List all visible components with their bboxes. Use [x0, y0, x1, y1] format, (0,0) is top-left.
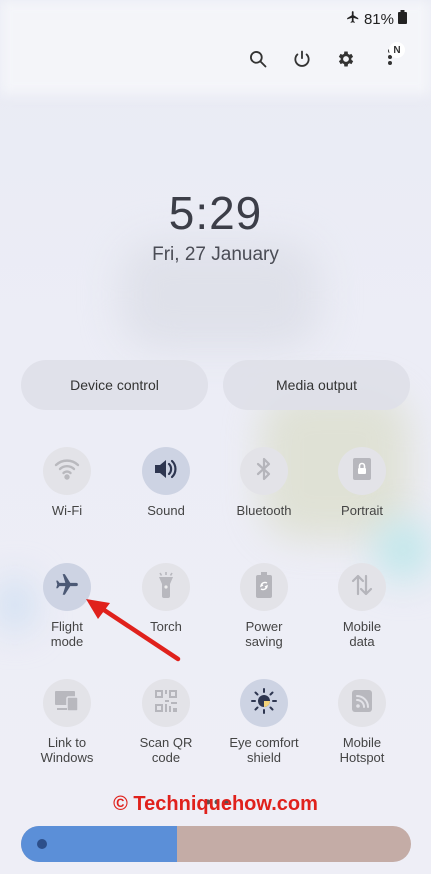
- tile-label: Wi-Fi: [51, 503, 83, 518]
- tile-wifi[interactable]: Wi-Fi: [19, 447, 115, 518]
- clock-widget: 5:29 Fri, 27 January: [0, 186, 431, 266]
- media-output-button[interactable]: Media output: [223, 360, 410, 410]
- device-control-label: Device control: [70, 377, 159, 393]
- battery-icon: [398, 10, 407, 28]
- tile-label: Scan QR code: [139, 735, 193, 765]
- tile-label: Eye comfort shield: [229, 735, 299, 765]
- gear-icon[interactable]: [335, 48, 357, 70]
- status-bar: 81%: [346, 10, 407, 28]
- annotation-arrow: [86, 599, 181, 662]
- link-windows-icon: [54, 690, 80, 717]
- clock-time: 5:29: [168, 187, 263, 239]
- tile-label: Sound: [147, 503, 185, 518]
- more-options-button[interactable]: N: [379, 42, 405, 70]
- tile-label: Power saving: [245, 619, 283, 649]
- speaker-icon: [153, 458, 179, 485]
- battery-percentage: 81%: [363, 10, 394, 28]
- notification-badge: N: [389, 42, 405, 58]
- tile-power-saving[interactable]: Power saving: [216, 563, 312, 649]
- bluetooth-icon: [255, 457, 273, 486]
- clock-date: Fri, 27 January: [152, 244, 279, 265]
- sun-icon: [250, 687, 278, 720]
- hotspot-icon: [351, 689, 373, 718]
- tile-mobile-data[interactable]: Mobile data: [314, 563, 410, 649]
- tile-sound[interactable]: Sound: [118, 447, 214, 518]
- brightness-handle[interactable]: [37, 839, 47, 849]
- device-control-button[interactable]: Device control: [21, 360, 208, 410]
- tile-label: Mobile data: [342, 619, 382, 649]
- tile-label: Link to Windows: [40, 735, 94, 765]
- tile-scan-qr[interactable]: Scan QR code: [118, 679, 214, 765]
- tile-label: Mobile Hotspot: [339, 735, 385, 765]
- tile-eye-comfort-shield[interactable]: Eye comfort shield: [216, 679, 312, 765]
- airplane-icon: [346, 10, 360, 28]
- power-icon[interactable]: [291, 48, 313, 70]
- data-arrows-icon: [350, 573, 374, 602]
- battery-saver-icon: [256, 571, 272, 603]
- brightness-slider[interactable]: [21, 826, 411, 862]
- media-output-label: Media output: [276, 377, 357, 393]
- tile-label: Portrait: [341, 503, 383, 518]
- quick-panel-toolbar: N: [247, 42, 405, 70]
- airplane-icon: [54, 572, 80, 603]
- tile-mobile-hotspot[interactable]: Mobile Hotspot: [314, 679, 410, 765]
- search-icon[interactable]: [247, 48, 269, 70]
- wifi-icon: [54, 458, 80, 485]
- tile-label: Bluetooth: [236, 503, 292, 518]
- tile-link-to-windows[interactable]: Link to Windows: [19, 679, 115, 765]
- portrait-lock-icon: [352, 457, 372, 486]
- tile-bluetooth[interactable]: Bluetooth: [216, 447, 312, 518]
- tile-portrait[interactable]: Portrait: [314, 447, 410, 518]
- qr-code-icon: [154, 689, 178, 718]
- watermark-text: © Techniquehow.com: [113, 793, 318, 815]
